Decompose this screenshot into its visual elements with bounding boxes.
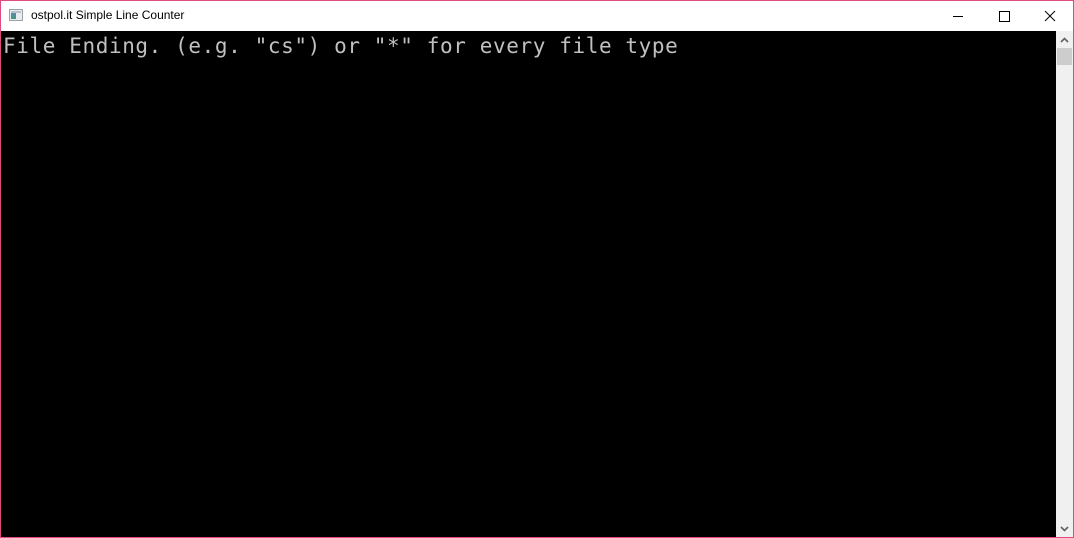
console-window: ostpol.it Simple Line Counter File Endin… [0, 0, 1074, 538]
minimize-button[interactable] [935, 1, 981, 31]
vertical-scrollbar[interactable] [1056, 31, 1073, 537]
title-bar[interactable]: ostpol.it Simple Line Counter [1, 1, 1073, 31]
console-prompt-line: File Ending. (e.g. "cs") or "*" for ever… [3, 34, 679, 58]
chevron-down-icon [1060, 525, 1069, 532]
console-window-icon[interactable] [9, 9, 23, 21]
window-title: ostpol.it Simple Line Counter [31, 8, 185, 22]
console-output-area[interactable]: File Ending. (e.g. "cs") or "*" for ever… [1, 31, 1056, 537]
minimize-icon [953, 15, 963, 17]
maximize-button[interactable] [981, 1, 1027, 31]
close-button[interactable] [1027, 1, 1073, 31]
maximize-icon [998, 10, 1010, 22]
app-icon-pane-shape [11, 13, 16, 19]
scrollbar-thumb[interactable] [1057, 48, 1072, 65]
scroll-up-button[interactable] [1056, 31, 1073, 48]
close-icon [1044, 10, 1056, 22]
chevron-up-icon [1060, 36, 1069, 43]
scroll-down-button[interactable] [1056, 520, 1073, 537]
